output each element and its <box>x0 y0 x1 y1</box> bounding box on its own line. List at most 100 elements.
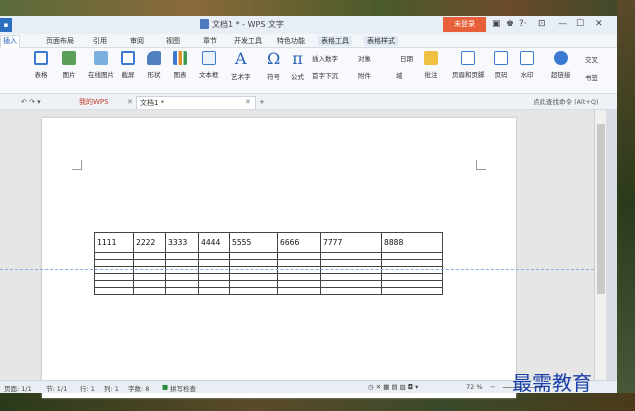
close-tab-icon[interactable]: ✕ <box>124 96 136 109</box>
skin-icon[interactable]: ▣ <box>492 19 501 29</box>
table-cell[interactable] <box>381 280 443 288</box>
help-icon[interactable]: ?· <box>519 19 527 29</box>
tab-review[interactable]: 审阅 <box>130 36 144 46</box>
insert-number-button[interactable]: 插入数字 <box>312 53 338 63</box>
shape-button[interactable]: 形状 <box>147 51 161 79</box>
view-mode-icons[interactable]: ◷ ✕ ▦ ▤ ▧ ◘ ▾ <box>368 383 418 391</box>
shirt-icon[interactable]: ♚ <box>506 19 514 29</box>
tab-page-layout[interactable]: 页面布局 <box>46 36 74 46</box>
bookmark-button[interactable]: 书签 <box>585 72 598 82</box>
undo-redo-icons[interactable]: ↶ ↷ ▾ <box>18 96 44 109</box>
table-cell[interactable] <box>277 287 321 295</box>
table-cell[interactable] <box>198 259 230 267</box>
tab-section[interactable]: 章节 <box>203 36 217 46</box>
table-cell[interactable] <box>133 259 166 267</box>
table-button[interactable]: 表格 <box>34 51 48 79</box>
table-cell[interactable] <box>229 273 278 281</box>
table-cell[interactable] <box>94 252 134 260</box>
document-table[interactable]: 1111 2222 3333 4444 5555 6666 7777 8888 <box>94 232 443 295</box>
table-cell[interactable] <box>198 266 230 274</box>
table-cell[interactable] <box>94 273 134 281</box>
tab-view[interactable]: 视图 <box>166 36 180 46</box>
app-menu-button[interactable]: ▪ <box>0 18 12 32</box>
table-cell[interactable] <box>277 266 321 274</box>
table-cell[interactable]: 2222 <box>133 232 166 253</box>
tab-developer[interactable]: 开发工具 <box>234 36 262 46</box>
table-cell[interactable] <box>277 280 321 288</box>
wordart-button[interactable]: A 艺术字 <box>231 51 251 82</box>
zoom-level[interactable]: 72 % <box>466 383 483 391</box>
object-button[interactable]: 对象 <box>358 53 371 63</box>
task-pane-strip[interactable] <box>606 110 617 380</box>
tab-references[interactable]: 引用 <box>93 36 107 46</box>
table-cell[interactable] <box>94 266 134 274</box>
table-cell[interactable] <box>229 287 278 295</box>
table-cell[interactable] <box>277 259 321 267</box>
textbox-button[interactable]: 文本框 <box>199 51 219 79</box>
table-cell[interactable]: 4444 <box>198 232 230 253</box>
table-cell[interactable] <box>165 266 199 274</box>
table-cell[interactable] <box>198 280 230 288</box>
table-cell[interactable] <box>165 280 199 288</box>
tab-features[interactable]: 特色功能 <box>277 36 305 46</box>
table-cell[interactable]: 7777 <box>320 232 382 253</box>
online-picture-button[interactable]: 在线图片 <box>88 51 114 79</box>
close-icon[interactable]: ✕ <box>595 19 603 29</box>
symbol-button[interactable]: Ω 符号 <box>267 51 280 82</box>
table-cell[interactable] <box>198 287 230 295</box>
tab-table-style[interactable]: 表格样式 <box>364 36 398 46</box>
header-footer-button[interactable]: 页眉和页脚 <box>452 51 485 79</box>
table-cell[interactable] <box>277 273 321 281</box>
formula-button[interactable]: π 公式 <box>291 51 304 82</box>
table-cell[interactable] <box>94 259 134 267</box>
table-cell[interactable] <box>320 273 382 281</box>
table-cell[interactable]: 5555 <box>229 232 278 253</box>
maximize-icon[interactable]: ☐ <box>576 19 584 29</box>
login-button[interactable]: 未登录 <box>443 17 486 32</box>
status-spell-check[interactable]: 拼写检查 <box>170 383 196 393</box>
minimize-icon[interactable]: — <box>558 19 567 29</box>
hyperlink-button[interactable]: 超链接 <box>551 51 571 79</box>
table-cell[interactable]: 1111 <box>94 232 134 253</box>
table-cell[interactable] <box>133 273 166 281</box>
tab-current-document[interactable]: 文档1 * <box>136 96 256 109</box>
comment-button[interactable]: 批注 <box>424 51 438 79</box>
screenshot-button[interactable]: 截屏 <box>121 51 135 79</box>
table-cell[interactable] <box>133 266 166 274</box>
table-cell[interactable] <box>133 280 166 288</box>
tab-insert[interactable]: 插入 <box>0 35 20 48</box>
vertical-scrollbar[interactable] <box>594 110 606 380</box>
zoom-out-button[interactable]: − <box>490 383 495 391</box>
table-cell[interactable] <box>320 259 382 267</box>
chart-button[interactable]: 图表 <box>173 51 187 79</box>
table-cell[interactable]: 3333 <box>165 232 199 253</box>
table-cell[interactable] <box>381 259 443 267</box>
table-cell[interactable] <box>229 266 278 274</box>
table-cell[interactable] <box>277 252 321 260</box>
new-tab-button[interactable]: + <box>256 96 268 109</box>
table-cell[interactable] <box>229 280 278 288</box>
table-cell[interactable] <box>229 259 278 267</box>
table-cell[interactable] <box>381 273 443 281</box>
table-cell[interactable]: 8888 <box>381 232 443 253</box>
scrollbar-thumb[interactable] <box>597 124 605 294</box>
table-cell[interactable] <box>94 287 134 295</box>
command-search[interactable]: 点此查找命令 (Alt+Q) <box>530 96 602 109</box>
table-cell[interactable] <box>381 252 443 260</box>
date-button[interactable]: 日期 <box>400 53 413 63</box>
table-cell[interactable] <box>94 280 134 288</box>
tab-table-tools[interactable]: 表格工具 <box>318 36 352 46</box>
table-cell[interactable] <box>198 273 230 281</box>
close-doc-tab-icon[interactable]: ✕ <box>242 96 254 109</box>
table-cell[interactable] <box>320 280 382 288</box>
table-cell[interactable] <box>381 287 443 295</box>
table-cell[interactable] <box>165 252 199 260</box>
table-cell[interactable] <box>165 259 199 267</box>
attachment-button[interactable]: 附件 <box>358 70 371 80</box>
table-cell[interactable] <box>165 273 199 281</box>
cross-reference-button[interactable]: 交叉 <box>585 54 598 64</box>
field-button[interactable]: 域 <box>396 70 403 80</box>
table-cell[interactable] <box>320 266 382 274</box>
ribbon-toggle-icon[interactable]: ⊡ <box>538 19 546 29</box>
table-cell[interactable] <box>320 252 382 260</box>
